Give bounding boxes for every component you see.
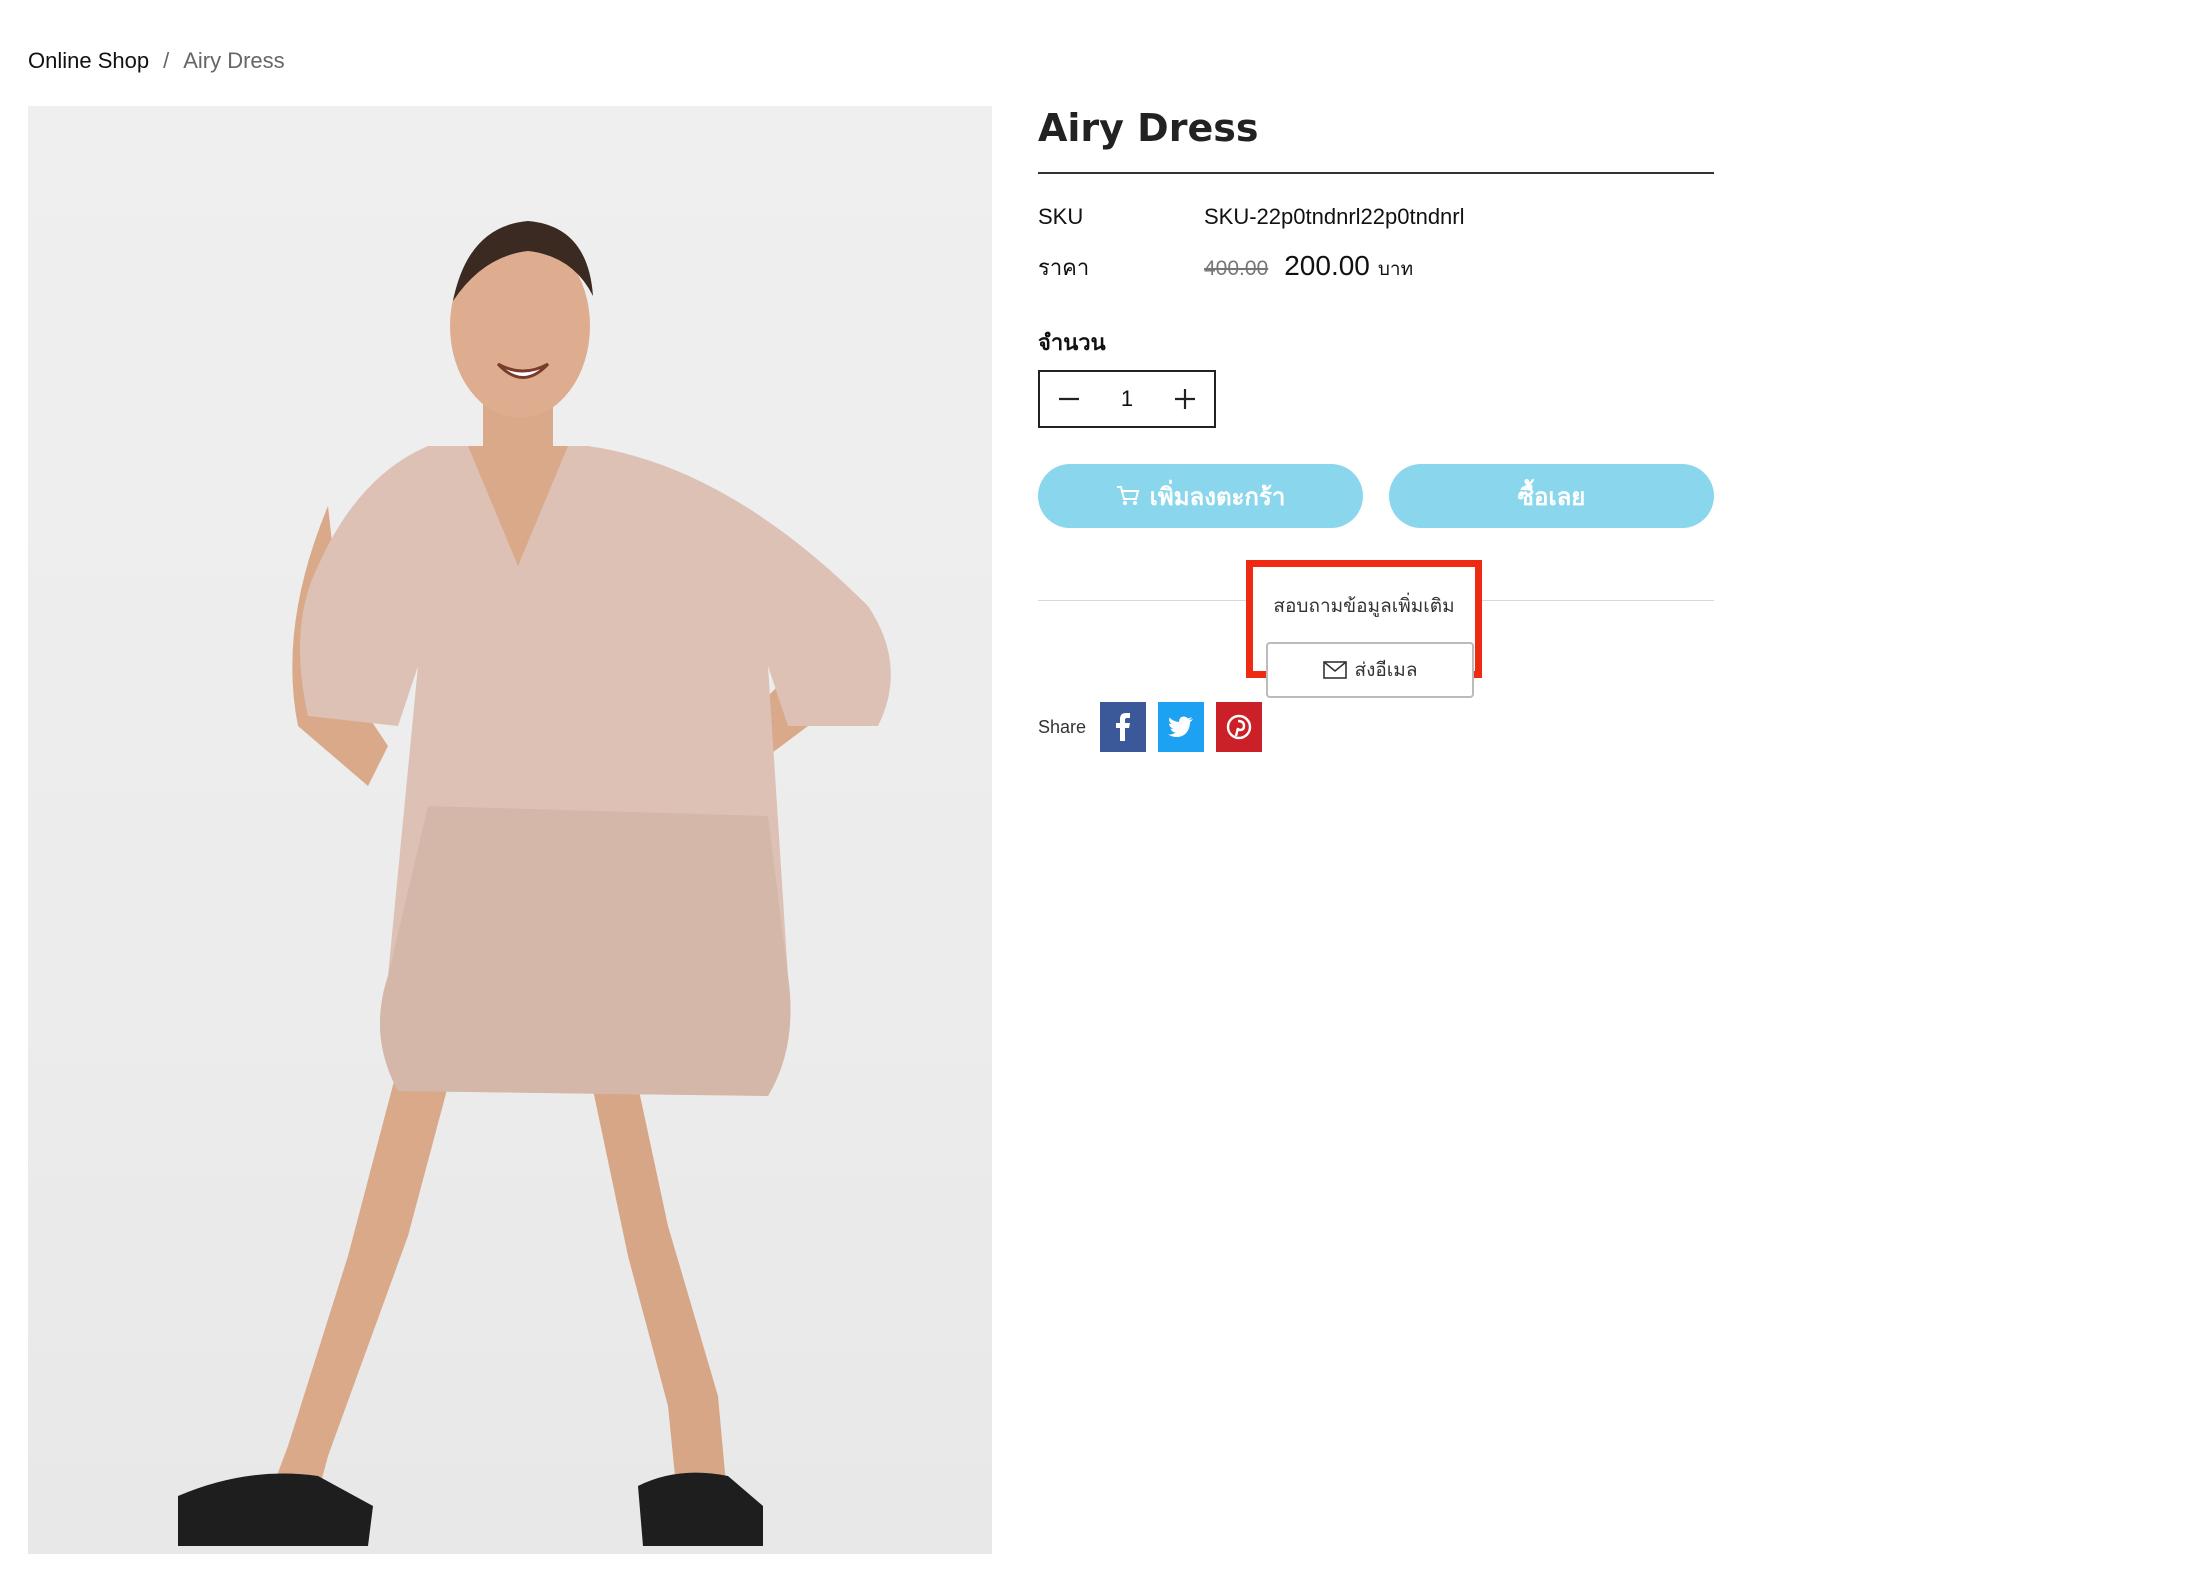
- new-price: 200.00: [1284, 250, 1370, 281]
- cart-icon: [1116, 486, 1139, 505]
- product-title: Airy Dress: [1038, 106, 1259, 150]
- price-label: ราคา: [1038, 255, 1090, 280]
- twitter-share-button[interactable]: [1158, 702, 1205, 752]
- quantity-increase-button[interactable]: [1168, 382, 1202, 416]
- buy-now-button[interactable]: ซื้อเลย: [1389, 464, 1714, 528]
- share-bar: Share: [1038, 702, 1714, 752]
- currency-label: บาท: [1377, 259, 1414, 280]
- facebook-share-button[interactable]: [1100, 702, 1147, 752]
- quantity-value[interactable]: 1: [1121, 386, 1133, 412]
- inquiry-title: สอบถามข้อมูลเพิ่มเติม: [1273, 596, 1455, 617]
- add-to-cart-button[interactable]: เพิ่มลงตะกร้า: [1038, 464, 1363, 528]
- pinterest-icon: [1226, 714, 1252, 740]
- send-email-label: ส่งอีเมล: [1354, 660, 1418, 681]
- inquiry-section: สอบถามข้อมูลเพิ่มเติม ส่งอีเมล: [1038, 560, 1714, 700]
- quantity-decrease-button[interactable]: [1052, 382, 1086, 416]
- envelope-icon: [1322, 661, 1347, 679]
- minus-icon: [1059, 397, 1079, 401]
- breadcrumb-current: Airy Dress: [183, 48, 285, 73]
- title-divider: [1038, 172, 1714, 174]
- quantity-stepper: 1: [1038, 370, 1216, 428]
- breadcrumb-home-link[interactable]: Online Shop: [28, 48, 149, 74]
- pinterest-share-button[interactable]: [1216, 702, 1263, 752]
- price-row: ราคา 400.00 200.00 บาท: [1038, 250, 1714, 285]
- breadcrumb-separator: /: [163, 48, 170, 73]
- breadcrumb: Online Shop / Airy Dress: [28, 48, 285, 74]
- add-to-cart-label: เพิ่มลงตะกร้า: [1149, 483, 1286, 511]
- old-price: 400.00: [1204, 257, 1269, 280]
- product-image[interactable]: [28, 106, 992, 1554]
- quantity-label: จำนวน: [1038, 330, 1106, 355]
- product-photo: [178, 221, 891, 1546]
- action-buttons: เพิ่มลงตะกร้า ซื้อเลย: [1038, 464, 1714, 528]
- twitter-icon: [1168, 716, 1194, 737]
- send-email-button[interactable]: ส่งอีเมล: [1266, 642, 1474, 698]
- buy-now-label: ซื้อเลย: [1517, 483, 1586, 511]
- facebook-icon: [1116, 713, 1131, 741]
- plus-icon: [1175, 389, 1195, 409]
- sku-row: SKU SKU-22p0tndnrl22p0tndnrl: [1038, 204, 1714, 230]
- sku-value: SKU-22p0tndnrl22p0tndnrl: [1204, 204, 1465, 229]
- sku-label: SKU: [1038, 204, 1084, 229]
- share-label: Share: [1038, 716, 1087, 737]
- product-info: Airy Dress SKU SKU-22p0tndnrl22p0tndnrl …: [1038, 106, 1714, 752]
